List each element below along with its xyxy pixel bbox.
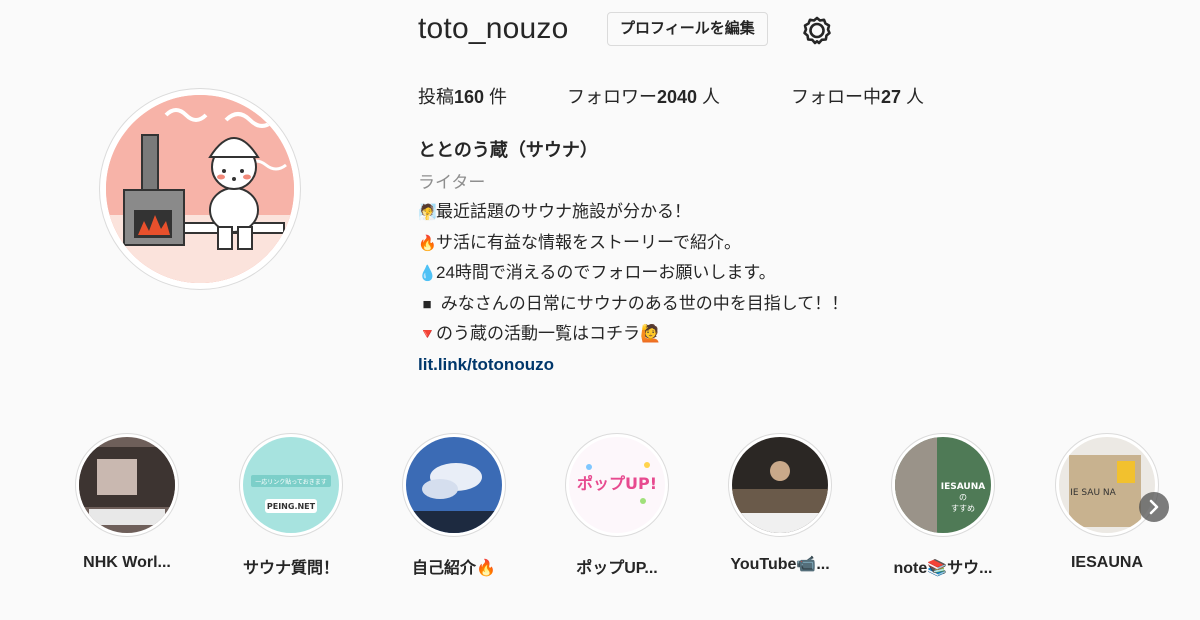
posts-unit: 件 bbox=[484, 87, 508, 107]
chevron-right-icon bbox=[1149, 499, 1159, 515]
highlight-iesauna-text: IESAUNA bbox=[941, 482, 986, 492]
highlight-item[interactable]: 自己紹介🔥 bbox=[399, 433, 509, 577]
bio-link[interactable]: lit.link/totonouzo bbox=[418, 355, 554, 374]
highlight-thumbnail: IESAUNA の すすめ bbox=[895, 437, 991, 533]
posts-number: 160 bbox=[454, 87, 485, 107]
highlight-thumbnail bbox=[406, 437, 502, 533]
highlight-ie-text: IE SAU NA bbox=[1070, 488, 1116, 498]
highlight-susume-text: すすめ bbox=[951, 504, 975, 513]
highlight-label: ポップUP... bbox=[576, 560, 658, 577]
bio-line-text: みなさんの日常にサウナのある世の中を目指して！！ bbox=[436, 293, 849, 313]
highlight-label: NHK Worl... bbox=[83, 554, 171, 571]
followers-label: フォロワー bbox=[567, 87, 657, 107]
highlights-next-button[interactable] bbox=[1139, 492, 1169, 522]
highlight-label: 自己紹介🔥 bbox=[412, 560, 496, 577]
highlight-item[interactable]: ポップUP! ポップUP... bbox=[562, 433, 672, 577]
followers-link[interactable]: フォロワー2040 人 bbox=[567, 83, 720, 109]
sauna-character-illustration bbox=[106, 95, 294, 283]
highlight-cover bbox=[75, 433, 179, 537]
highlight-peing-text: PEING.NET bbox=[267, 502, 316, 511]
highlight-label: YouTube📹... bbox=[730, 556, 830, 573]
following-unit: 人 bbox=[901, 87, 925, 107]
posts-count: 投稿160 件 bbox=[418, 83, 507, 109]
highlight-popup-title: ポップUP! bbox=[577, 474, 657, 493]
bio-line: ■ みなさんの日常にサウナのある世の中を目指して！！ bbox=[418, 289, 1018, 320]
following-number: 27 bbox=[881, 87, 902, 107]
highlight-thumbnail: ポップUP! bbox=[569, 437, 665, 533]
highlight-cover bbox=[728, 433, 832, 537]
square-icon: ■ bbox=[422, 295, 432, 313]
highlight-thumbnail: 一応リンク貼っておきます PEING.NET bbox=[243, 437, 339, 533]
followers-number: 2040 bbox=[657, 87, 698, 107]
profile-display-name: ととのう蔵（サウナ） bbox=[418, 140, 598, 160]
highlight-cover bbox=[402, 433, 506, 537]
highlight-label: note📚サウ... bbox=[893, 560, 993, 577]
bio-line-text: のう蔵の活動一覧はコチラ🙋 bbox=[436, 324, 662, 343]
highlight-label: サウナ質問！ bbox=[242, 560, 339, 577]
bio-line-text: 24時間で消えるのでフォローお願いします。 bbox=[436, 263, 776, 282]
avatar-image bbox=[106, 95, 294, 283]
profile-username: toto_nouzo bbox=[418, 12, 569, 45]
following-label: フォロー中 bbox=[791, 87, 881, 107]
highlight-thumbnail bbox=[732, 437, 828, 533]
highlight-label: IESAUNA bbox=[1070, 554, 1143, 571]
following-link[interactable]: フォロー中27 人 bbox=[791, 83, 924, 109]
bio-line: 🔻のう蔵の活動一覧はコチラ🙋 bbox=[418, 319, 1018, 350]
followers-unit: 人 bbox=[697, 87, 721, 107]
highlight-cover: ポップUP! bbox=[565, 433, 669, 537]
profile-bio: ととのう蔵（サウナ） ライター 🧖最近話題のサウナ施設が分かる！ 🔥サ活に有益な… bbox=[418, 136, 1018, 379]
bio-line: 🔥サ活に有益な情報をストーリーで紹介。 bbox=[418, 228, 1018, 259]
droplet-icon: 💧 bbox=[418, 265, 437, 282]
highlight-item[interactable]: IESAUNA の すすめ note📚サウ... bbox=[888, 433, 998, 577]
highlight-thumbnail bbox=[79, 437, 175, 533]
highlight-item[interactable]: NHK Worl... bbox=[72, 433, 182, 571]
posts-label: 投稿 bbox=[418, 87, 454, 107]
fire-icon: 🔥 bbox=[418, 234, 437, 252]
highlight-cover: 一応リンク貼っておきます PEING.NET bbox=[239, 433, 343, 537]
down-triangle-icon: 🔻 bbox=[418, 326, 437, 343]
highlight-no-text: の bbox=[959, 493, 967, 502]
profile-category: ライター bbox=[418, 172, 486, 192]
highlight-banner-text: 一応リンク貼っておきます bbox=[255, 478, 327, 486]
highlight-cover: IESAUNA の すすめ bbox=[891, 433, 995, 537]
bio-line: 🧖最近話題のサウナ施設が分かる！ bbox=[418, 197, 1018, 228]
highlight-item[interactable]: 一応リンク貼っておきます PEING.NET サウナ質問！ bbox=[236, 433, 346, 577]
gear-icon[interactable] bbox=[802, 15, 832, 45]
profile-avatar[interactable] bbox=[99, 88, 301, 290]
highlight-item[interactable]: YouTube📹... bbox=[725, 433, 835, 573]
edit-profile-button[interactable]: プロフィールを編集 bbox=[607, 12, 768, 46]
sauna-person-icon: 🧖 bbox=[418, 204, 437, 221]
bio-line-text: 最近話題のサウナ施設が分かる！ bbox=[436, 202, 691, 221]
bio-line: 💧24時間で消えるのでフォローお願いします。 bbox=[418, 258, 1018, 289]
bio-line-text: サ活に有益な情報をストーリーで紹介。 bbox=[436, 232, 741, 252]
